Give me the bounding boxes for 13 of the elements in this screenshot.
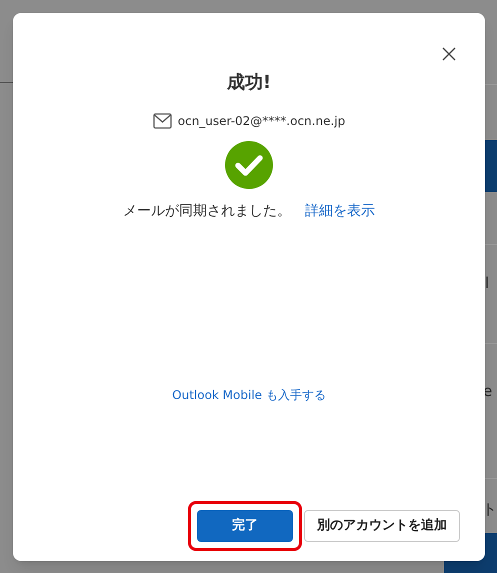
close-icon [442,47,456,61]
dialog-title: 成功! [226,74,272,92]
details-link[interactable]: 詳細を表示 [305,201,375,222]
done-button[interactable]: 完了 [197,510,293,542]
success-check-icon [225,141,273,189]
background-text: l [485,273,490,294]
get-app-link[interactable]: Outlook Mobile も入手する [172,386,326,404]
background-panel [485,140,497,192]
envelope-icon [152,113,172,129]
background-text: ト [482,499,497,520]
email-address: ocn_user-02@****.ocn.ne.jp [178,113,346,130]
add-account-button[interactable]: 別のアカウントを追加 [304,510,460,542]
status-message: メールが同期されました。 [123,202,291,221]
